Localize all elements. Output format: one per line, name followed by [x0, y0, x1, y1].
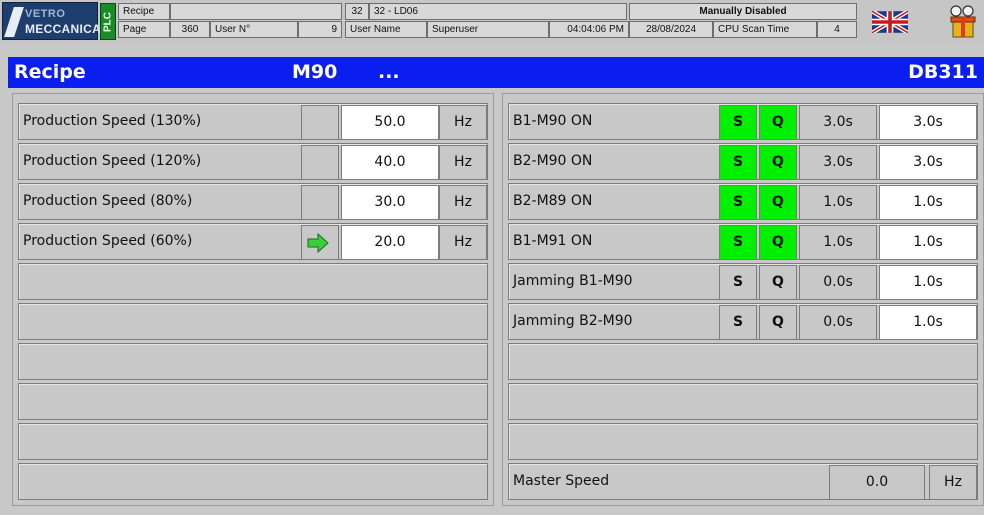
- datablock-id: DB311: [908, 61, 978, 83]
- timer-row: B2-M90 ON S Q 3.0s 3.0s: [508, 143, 978, 180]
- empty-timer-row: [508, 383, 978, 420]
- title-bar: Recipe M90 ... DB311: [8, 57, 984, 88]
- speed-select-button[interactable]: [301, 225, 339, 260]
- timer-actual-value: 1.0s: [799, 225, 877, 260]
- speed-select-button[interactable]: [301, 105, 339, 140]
- speed-label: Production Speed (60%): [23, 233, 193, 249]
- speed-row: Production Speed (80%) 30.0 Hz: [18, 183, 488, 220]
- empty-speed-row: [18, 423, 488, 460]
- set-button[interactable]: S: [719, 225, 757, 260]
- empty-speed-row: [18, 383, 488, 420]
- speed-label: Production Speed (130%): [23, 113, 202, 129]
- timer-row: Jamming B2-M90 S Q 0.0s 1.0s: [508, 303, 978, 340]
- user-name-label: User Name: [345, 21, 427, 38]
- timer-label: B1-M91 ON: [513, 233, 593, 249]
- uk-flag-icon[interactable]: [872, 11, 908, 33]
- recipe-label: Recipe: [118, 3, 170, 20]
- users-gift-icon[interactable]: [943, 3, 981, 41]
- empty-speed-row: [18, 303, 488, 340]
- timer-label: B2-M89 ON: [513, 193, 593, 209]
- page-title: Recipe: [14, 61, 86, 83]
- cpu-scan-label: CPU Scan Time: [713, 21, 817, 38]
- empty-speed-row: [18, 463, 488, 500]
- speed-select-button[interactable]: [301, 145, 339, 180]
- company-logo: VETRO MECCANICA: [2, 2, 101, 40]
- user-number: 9: [298, 21, 342, 38]
- speed-row: Production Speed (60%) 20.0 Hz: [18, 223, 488, 260]
- machine-code: M90: [292, 61, 338, 83]
- line-name: 32 - LD06: [369, 3, 627, 20]
- master-speed-label: Master Speed: [513, 473, 610, 489]
- timer-setpoint-input[interactable]: 1.0s: [879, 305, 977, 340]
- timer-actual-value: 0.0s: [799, 265, 877, 300]
- empty-speed-row: [18, 263, 488, 300]
- timer-actual-value: 3.0s: [799, 105, 877, 140]
- master-speed-row: Master Speed 0.0 Hz: [508, 463, 978, 500]
- reset-button[interactable]: Q: [759, 225, 797, 260]
- arrow-right-icon: [307, 233, 329, 253]
- timer-actual-value: 3.0s: [799, 145, 877, 180]
- clock-time: 04:04:06 PM: [549, 21, 629, 38]
- timer-label: Jamming B1-M90: [513, 273, 633, 289]
- timer-setpoint-input[interactable]: 1.0s: [879, 185, 977, 220]
- master-speed-value: 0.0: [829, 465, 925, 500]
- speed-label: Production Speed (120%): [23, 153, 202, 169]
- current-date: 28/08/2024: [629, 21, 713, 38]
- speed-unit: Hz: [439, 145, 487, 180]
- empty-timer-row: [508, 423, 978, 460]
- machine-status: Manually Disabled: [629, 3, 857, 20]
- page-number: 360: [170, 21, 210, 38]
- timer-row: B2-M89 ON S Q 1.0s 1.0s: [508, 183, 978, 220]
- reset-button[interactable]: Q: [759, 185, 797, 220]
- top-status-bar: VETRO MECCANICA PLC Recipe 32 32 - LD06 …: [0, 0, 984, 44]
- master-speed-unit: Hz: [929, 465, 977, 500]
- plc-status-indicator: PLC: [100, 3, 116, 40]
- timer-actual-value: 0.0s: [799, 305, 877, 340]
- cpu-scan-value: 4: [817, 21, 857, 38]
- recipe-name-field: [170, 3, 342, 20]
- timer-setpoint-input[interactable]: 3.0s: [879, 105, 977, 140]
- speed-label: Production Speed (80%): [23, 193, 193, 209]
- set-button[interactable]: S: [719, 265, 757, 300]
- speed-unit: Hz: [439, 185, 487, 220]
- speed-value-input[interactable]: 50.0: [341, 105, 439, 140]
- user-number-label: User N°: [210, 21, 298, 38]
- reset-button[interactable]: Q: [759, 265, 797, 300]
- timer-row: B1-M91 ON S Q 1.0s 1.0s: [508, 223, 978, 260]
- speed-row: Production Speed (130%) 50.0 Hz: [18, 103, 488, 140]
- timer-setpoint-input[interactable]: 1.0s: [879, 265, 977, 300]
- page-label: Page: [118, 21, 170, 38]
- reset-button[interactable]: Q: [759, 105, 797, 140]
- empty-timer-row: [508, 343, 978, 380]
- speed-value-input[interactable]: 40.0: [341, 145, 439, 180]
- empty-speed-row: [18, 343, 488, 380]
- speed-value-input[interactable]: 20.0: [341, 225, 439, 260]
- reset-button[interactable]: Q: [759, 305, 797, 340]
- timer-label: B1-M90 ON: [513, 113, 593, 129]
- timer-row: Jamming B1-M90 S Q 0.0s 1.0s: [508, 263, 978, 300]
- timer-label: Jamming B2-M90: [513, 313, 633, 329]
- timer-setpoint-input[interactable]: 1.0s: [879, 225, 977, 260]
- speed-row: Production Speed (120%) 40.0 Hz: [18, 143, 488, 180]
- speed-unit: Hz: [439, 105, 487, 140]
- speed-select-button[interactable]: [301, 185, 339, 220]
- set-button[interactable]: S: [719, 185, 757, 220]
- reset-button[interactable]: Q: [759, 145, 797, 180]
- speed-unit: Hz: [439, 225, 487, 260]
- user-name: Superuser: [427, 21, 549, 38]
- timer-actual-value: 1.0s: [799, 185, 877, 220]
- timer-row: B1-M90 ON S Q 3.0s 3.0s: [508, 103, 978, 140]
- machine-description: ...: [378, 61, 400, 83]
- line-number: 32: [345, 3, 369, 20]
- set-button[interactable]: S: [719, 105, 757, 140]
- timer-setpoint-input[interactable]: 3.0s: [879, 145, 977, 180]
- set-button[interactable]: S: [719, 145, 757, 180]
- set-button[interactable]: S: [719, 305, 757, 340]
- speed-value-input[interactable]: 30.0: [341, 185, 439, 220]
- timer-label: B2-M90 ON: [513, 153, 593, 169]
